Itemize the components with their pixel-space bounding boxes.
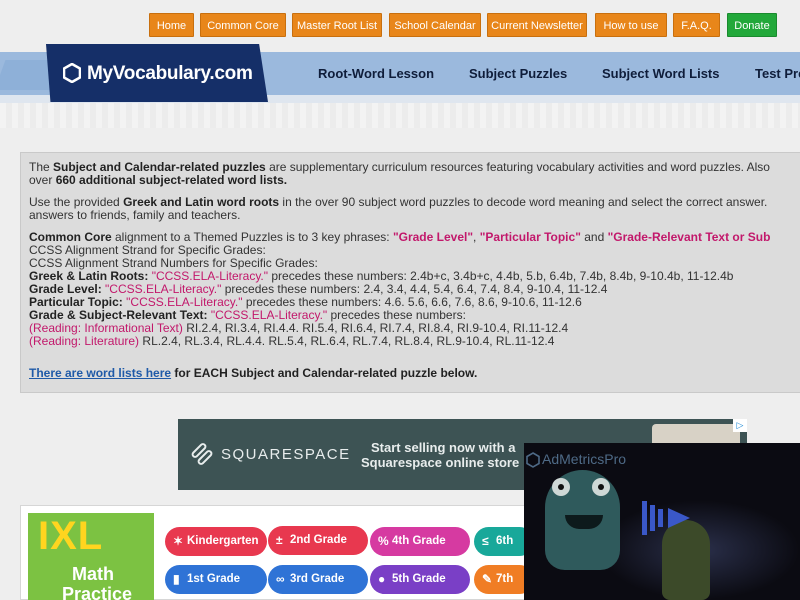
nav-current-newsletter-button[interactable]: Current Newsletter [487,13,587,37]
admetrics-logo-icon [526,452,540,468]
ixl-math-label: Math [72,564,114,584]
literature-label: (Reading: Literature) [29,334,140,348]
common-core-text: alignment to a Themed Puzzles is to 3 ke… [111,230,393,244]
nav-common-core-button[interactable]: Common Core [200,13,286,37]
grade-label: 3rd Grade [290,573,345,585]
nav-school-calendar-button[interactable]: School Calendar [389,13,481,37]
roots-numbers: precedes these numbers: 2.4b+c, 3.4b+c, … [268,269,734,283]
nav-test-prep[interactable]: Test Pre [755,66,800,81]
intro-line-2: over 660 additional subject-related word… [29,174,800,187]
informational-label: (Reading: Informational Text) [29,321,183,335]
topic-label: Particular Topic: [29,295,127,309]
grade-numbers: precedes these numbers: 2.4, 3.4, 4.4, 5… [221,282,608,296]
video-brand-label: AdMetricsPro [542,451,627,467]
grade-4th-button[interactable]: % 4th Grade [370,527,470,556]
grade-label: 1st Grade [187,573,241,585]
nav-master-root-list-button[interactable]: Master Root List [292,13,382,37]
monster-eye [552,478,570,496]
ccss-code: "CCSS.ELA-Literacy." [151,269,269,283]
intro-text: The [29,160,54,174]
roots-label: Greek & Latin Roots: [29,269,152,283]
info-panel: The Subject and Calendar-related puzzles… [20,152,800,393]
pencil-icon: ✎ [482,572,493,586]
phrase-grade-relevant-text: "Grade-Relevant Text or Sub [607,230,771,244]
ad-headline-1: Start selling now with a [371,440,516,455]
grade-label: Grade Level: [29,282,106,296]
grade-kindergarten-button[interactable]: ✶ Kindergarten [165,527,267,556]
separator: , [473,230,480,244]
nav-donate-button[interactable]: Donate [727,13,777,37]
nav-subject-puzzles[interactable]: Subject Puzzles [469,66,567,81]
nav-subject-word-lists[interactable]: Subject Word Lists [602,66,720,81]
separator: and [580,230,608,244]
hexagon-logo-icon [63,63,81,83]
intro-text: are supplementary curriculum resources f… [265,160,770,174]
topic-numbers: precedes these numbers: 4.6. 5.6, 6.6, 7… [242,295,582,309]
roots-text: Use the provided [29,195,124,209]
literature-numbers: RL.2.4, RL.3.4, RL.4.4. RL.5.4, RL.6.4, … [139,334,555,348]
nav-how-to-use-button[interactable]: How to use [595,13,667,37]
word-lists-text: for EACH Subject and Calendar-related pu… [171,366,478,380]
less-equal-icon: ≤ [482,534,489,548]
grade-label: 7th [496,573,514,585]
ccss-code: "CCSS.ELA-Literacy." [105,282,222,296]
relevant-text-numbers: precedes these numbers: [327,308,466,322]
phrase-particular-topic: "Particular Topic" [479,230,581,244]
ccss-code: "CCSS.ELA-Literacy." [210,308,328,322]
sparkle-icon: ✶ [173,534,184,548]
nav-faq-button[interactable]: F.A.Q. [673,13,720,37]
literature-line: (Reading: Literature) RL.2.4, RL.3.4, RL… [29,335,800,348]
adchoices-icon[interactable]: ▷ [733,419,747,432]
ball-icon: ● [378,572,386,586]
grade-5th-button[interactable]: ● 5th Grade [370,565,470,594]
grade-label: 5th Grade [392,573,446,585]
grade-3rd-button[interactable]: ∞ 3rd Grade [268,565,368,594]
common-core-heading: Common Core [29,230,112,244]
intro-text: over [29,173,56,187]
informational-numbers: RI.2.4, RI.3.4, RI.4.4. RI.5.4, RI.6.4, … [182,321,569,335]
header-pattern [0,103,800,128]
grade-label: 6th [496,535,514,547]
roots-text: in the over 90 subject word puzzles to d… [279,195,768,209]
ad-headline-2: Squarespace online store [361,455,520,470]
word-lists-link[interactable]: There are word lists here [29,366,171,380]
grade-label: Kindergarten [187,535,259,547]
nav-root-word-lesson[interactable]: Root-Word Lesson [318,66,434,81]
roots-line-2: answers to friends, family and teachers. [29,208,241,222]
grade-2nd-button[interactable]: ±2nd Grade [268,526,368,555]
ccss-code: "CCSS.ELA-Literacy." [126,295,243,309]
percent-icon: % [378,534,389,548]
nav-home-button[interactable]: Home [149,13,194,37]
roots-emphasis: Greek and Latin word roots [123,195,280,209]
relevant-text-label: Grade & Subject-Relevant Text: [29,308,211,322]
squarespace-logo-icon [191,443,213,465]
ixl-practice-label: Practice [62,584,133,600]
plus-minus-icon: ± [276,533,283,547]
grade-1st-button[interactable]: ▮ 1st Grade [165,565,267,594]
site-logo-text[interactable]: MyVocabulary.com [87,63,253,85]
phrase-grade-level: "Grade Level" [392,230,474,244]
infinity-icon: ∞ [276,572,285,586]
intro-emphasis: 660 additional subject-related word list… [55,173,288,187]
monster-eye [592,478,610,496]
crayon-icon: ▮ [173,572,180,586]
grade-label: 4th Grade [392,535,446,547]
play-icon[interactable] [640,497,696,539]
ixl-logo-mark: IXL [38,514,104,558]
grade-label: 2nd Grade [290,534,347,546]
word-lists-line: There are word lists here for EACH Subje… [29,367,800,380]
ad-brand-name: SQUARESPACE [221,446,351,463]
intro-emphasis: Subject and Calendar-related puzzles [53,160,266,174]
